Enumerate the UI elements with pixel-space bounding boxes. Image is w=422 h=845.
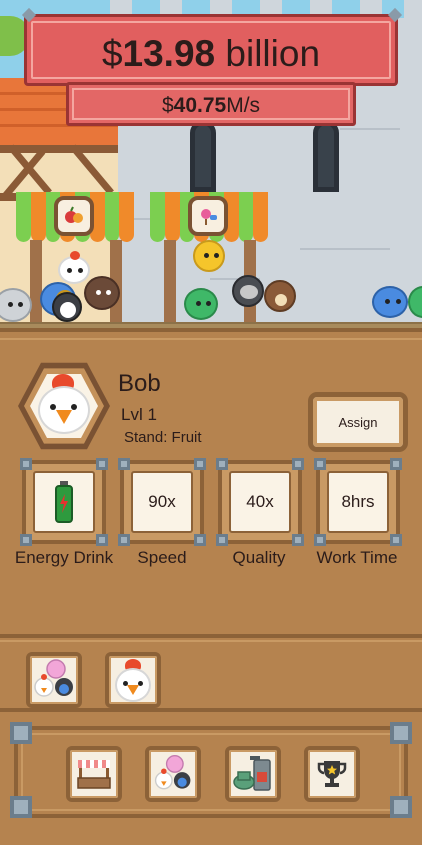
nav-stands-button[interactable] — [66, 746, 122, 802]
nav-machines-button[interactable] — [225, 746, 281, 802]
trophy-icon — [316, 758, 348, 790]
market-stand-icon — [76, 758, 112, 790]
quality-card: 40x — [216, 458, 304, 546]
chick-worker — [193, 240, 225, 272]
hippo-customer — [372, 286, 408, 318]
assign-button[interactable]: Assign — [308, 392, 408, 452]
chicken-icon — [115, 659, 151, 703]
bottom-navigation — [0, 712, 422, 845]
animal-group-icon — [30, 656, 78, 704]
quality-label: Quality — [232, 548, 286, 567]
card-corner — [96, 534, 108, 546]
card-corner — [20, 534, 32, 546]
energy-drink-label: Energy Drink — [14, 548, 114, 567]
fruit-icon — [54, 196, 94, 236]
worker-name: Bob — [118, 370, 161, 397]
work-time-card: 8hrs — [314, 458, 402, 546]
stand-post — [30, 240, 42, 326]
energy-drink-icon — [54, 481, 74, 523]
gorilla-customer — [232, 275, 264, 307]
frame-corner — [390, 722, 412, 744]
dragon-customer — [184, 288, 218, 320]
speed-card: 90x — [118, 458, 206, 546]
chicken-icon — [38, 374, 90, 438]
worker-stand: Stand: Fruit — [124, 429, 202, 446]
speed-value: 90x — [131, 471, 193, 533]
money-total: $13.98 billion — [101, 33, 321, 74]
frame-corner — [10, 796, 32, 818]
chicken-worker — [58, 251, 90, 284]
machine-icon — [232, 754, 274, 794]
income-banner: $40.75M/s — [66, 82, 356, 126]
card-corner — [20, 458, 32, 470]
nav-workers-button[interactable] — [145, 746, 201, 802]
nav-achievements-button[interactable] — [304, 746, 360, 802]
worker-bob-slot[interactable] — [105, 652, 161, 708]
work-time-label: Work Time — [316, 548, 398, 567]
castle-window — [190, 120, 216, 192]
boar-customer — [264, 280, 296, 312]
worker-group-slot[interactable] — [26, 652, 82, 708]
walrus-customer — [84, 276, 120, 310]
work-time-value: 8hrs — [327, 471, 389, 533]
worker-level: Lvl 1 — [121, 405, 157, 424]
frame-corner — [390, 796, 412, 818]
castle-merlon — [404, 0, 422, 26]
quality-value: 40x — [229, 471, 291, 533]
card-corner — [96, 458, 108, 470]
frame-corner — [10, 722, 32, 744]
energy-drink-card[interactable] — [20, 458, 108, 546]
speed-label: Speed — [137, 548, 187, 567]
stand-post — [164, 240, 176, 326]
castle-window — [313, 120, 339, 192]
penguin-customer — [52, 292, 82, 322]
animal-group-icon — [151, 752, 195, 796]
income-rate: $40.75M/s — [161, 94, 261, 117]
worker-roster — [0, 634, 422, 712]
worker-detail-panel: Bob Lvl 1 Stand: Fruit Assign 90x 40x 8h… — [0, 328, 422, 634]
worker-avatar — [18, 360, 110, 452]
money-banner: $13.98 billion — [24, 14, 398, 86]
game-screen: $13.98 billion $40.75M/s Bob Lvl 1 Stand… — [0, 0, 422, 845]
candy-icon — [188, 196, 228, 236]
